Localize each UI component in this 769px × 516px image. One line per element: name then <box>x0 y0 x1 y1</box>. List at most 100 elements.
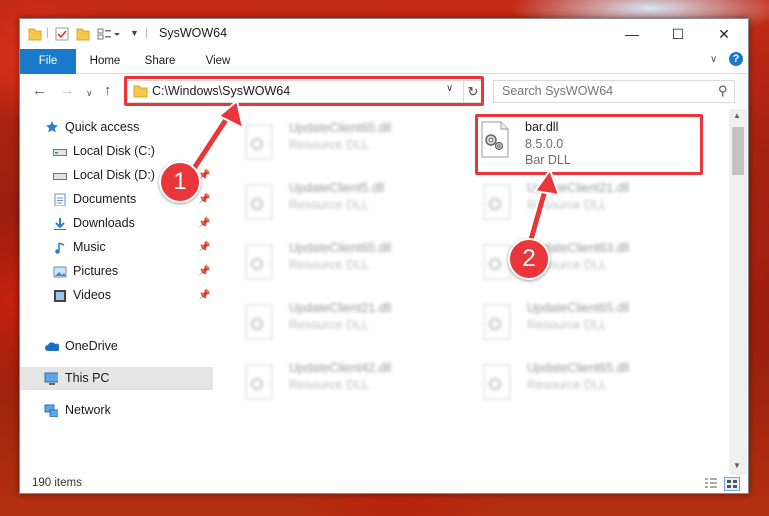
pin-icon[interactable]: 📌 <box>198 140 210 163</box>
recent-locations-icon[interactable]: ∨ <box>86 85 93 101</box>
window-title: SysWOW64 <box>159 26 228 40</box>
file-item[interactable]: UpdateClient65.dll Resource DLL <box>237 239 462 289</box>
pin-icon[interactable]: 📌 <box>198 212 210 235</box>
sidebar-item-downloads[interactable]: Downloads 📌 <box>20 212 213 235</box>
tab-home[interactable]: Home <box>80 49 130 73</box>
sidebar-item-this-pc[interactable]: This PC <box>20 367 213 390</box>
file-item[interactable]: UpdateClient21.dll Resource DLL <box>237 299 462 349</box>
file-name: UpdateClient42.dll <box>289 361 392 375</box>
drive-icon <box>53 149 67 156</box>
help-icon[interactable]: ? <box>729 52 743 66</box>
customize-toolbar-icon[interactable] <box>96 26 122 42</box>
file-name: UpdateClient65.dll <box>527 361 630 375</box>
minimize-button[interactable]: — <box>609 19 655 49</box>
vertical-scrollbar[interactable]: ▲ ▼ <box>729 109 747 475</box>
sidebar-item-label: Local Disk (C:) <box>73 144 155 158</box>
dll-file-icon <box>245 244 273 280</box>
close-button[interactable]: ✕ <box>701 19 747 49</box>
chevron-down-icon[interactable]: ∨ <box>446 83 453 94</box>
up-arrow-icon[interactable]: ↑ <box>104 83 112 99</box>
file-name: bar.dll <box>525 120 559 134</box>
expand-ribbon-icon[interactable]: ∨ <box>710 54 717 65</box>
refresh-icon[interactable]: ↻ <box>463 81 482 102</box>
file-item-bar-dll[interactable]: bar.dll 8.5.0.0 Bar DLL <box>475 118 700 168</box>
file-name: UpdateClient65.dll <box>527 301 630 315</box>
file-description: Bar DLL <box>525 153 571 167</box>
file-item[interactable]: UpdateClient21.dll Resource DLL <box>475 179 700 229</box>
status-bar: 190 items <box>20 475 748 493</box>
pin-icon[interactable]: 📌 <box>198 236 210 259</box>
step-2-badge: 2 <box>508 238 550 280</box>
sidebar-item-label: Music <box>73 240 106 254</box>
sidebar-item-onedrive[interactable]: OneDrive <box>20 335 213 358</box>
videos-icon <box>54 290 66 302</box>
file-version: 8.5.0.0 <box>525 137 564 151</box>
sidebar-item-label: Documents <box>73 192 137 206</box>
file-type: Resource DLL <box>527 318 607 332</box>
dll-file-icon <box>483 184 511 220</box>
step-1-badge: 1 <box>159 161 201 203</box>
maximize-button[interactable]: ☐ <box>655 19 701 49</box>
toolbar-separator: | <box>46 25 50 39</box>
file-item[interactable]: UpdateClient65.dll Resource DLL <box>475 299 700 349</box>
scroll-down-icon[interactable]: ▼ <box>733 461 741 470</box>
download-icon <box>54 218 66 230</box>
star-icon <box>46 121 58 133</box>
file-type: Resource DLL <box>527 198 607 212</box>
file-list-pane: UpdateClient65.dll Resource DLL bar.dll … <box>213 109 728 475</box>
file-type: Resource DLL <box>527 378 607 392</box>
documents-icon <box>54 193 66 206</box>
chevron-down-icon[interactable]: ▼ <box>130 28 139 44</box>
tab-view[interactable]: View <box>193 49 243 73</box>
sidebar-item-videos[interactable]: Videos 📌 <box>20 284 213 307</box>
pin-icon[interactable]: 📌 <box>198 260 210 283</box>
file-item[interactable]: UpdateClient42.dll Resource DLL <box>237 359 462 409</box>
file-explorer-window: | ▼ | SysWOW64 — ☐ ✕ File Home Share Vie… <box>19 18 749 494</box>
pin-icon[interactable]: 📌 <box>198 284 210 307</box>
sidebar-item-music[interactable]: Music 📌 <box>20 236 213 259</box>
sidebar-item-label: OneDrive <box>65 339 118 353</box>
sidebar-item-label: Quick access <box>65 120 140 134</box>
file-name: UpdateClient5.dll <box>289 181 385 195</box>
scroll-up-icon[interactable]: ▲ <box>733 111 741 120</box>
scrollbar-thumb[interactable] <box>732 127 744 175</box>
properties-icon[interactable] <box>54 26 70 42</box>
sidebar-item-label: Videos <box>73 288 111 302</box>
item-count: 190 items <box>32 477 82 489</box>
file-name: UpdateClient21.dll <box>289 301 392 315</box>
search-icon[interactable]: ⚲ <box>718 83 728 99</box>
file-item[interactable]: UpdateClient5.dll Resource DLL <box>237 179 462 229</box>
sidebar-item-label: Pictures <box>73 264 119 278</box>
back-arrow-icon[interactable]: ← <box>32 83 47 99</box>
sidebar-item-quick-access[interactable]: Quick access <box>20 116 213 139</box>
pin-icon[interactable]: 📌 <box>198 188 210 211</box>
sidebar-item-network[interactable]: Network <box>20 399 213 422</box>
network-icon <box>44 404 58 417</box>
file-name: UpdateClient21.dll <box>527 181 630 195</box>
large-icons-view-icon[interactable] <box>724 477 740 491</box>
sidebar-item-label: Network <box>65 403 111 417</box>
file-type: Resource DLL <box>289 138 369 152</box>
dll-file-icon <box>483 364 511 400</box>
address-bar[interactable]: C:\Windows\SysWOW64 ∨ ↻ <box>127 80 483 103</box>
search-input[interactable] <box>500 83 714 99</box>
title-separator: | <box>145 25 149 39</box>
search-box[interactable]: ⚲ <box>493 80 735 103</box>
sidebar-item-local-disk-c[interactable]: Local Disk (C:) 📌 <box>20 140 213 163</box>
file-type: Resource DLL <box>289 378 369 392</box>
file-type: Resource DLL <box>289 258 369 272</box>
details-view-icon[interactable] <box>704 477 718 489</box>
drive-icon <box>53 173 67 180</box>
computer-icon <box>44 372 58 385</box>
file-item[interactable]: UpdateClient65.dll Resource DLL <box>237 119 462 169</box>
tab-share[interactable]: Share <box>135 49 185 73</box>
new-folder-icon[interactable] <box>76 26 90 42</box>
file-type: Resource DLL <box>289 318 369 332</box>
file-name: UpdateClient65.dll <box>289 241 392 255</box>
forward-arrow-icon[interactable]: → <box>60 83 75 99</box>
address-row: ← → ∨ ↑ C:\Windows\SysWOW64 ∨ ↻ ⚲ <box>20 74 748 108</box>
dll-file-icon <box>245 364 273 400</box>
dll-file-icon <box>245 124 273 160</box>
sidebar-item-pictures[interactable]: Pictures 📌 <box>20 260 213 283</box>
file-item[interactable]: UpdateClient65.dll Resource DLL <box>475 359 700 409</box>
